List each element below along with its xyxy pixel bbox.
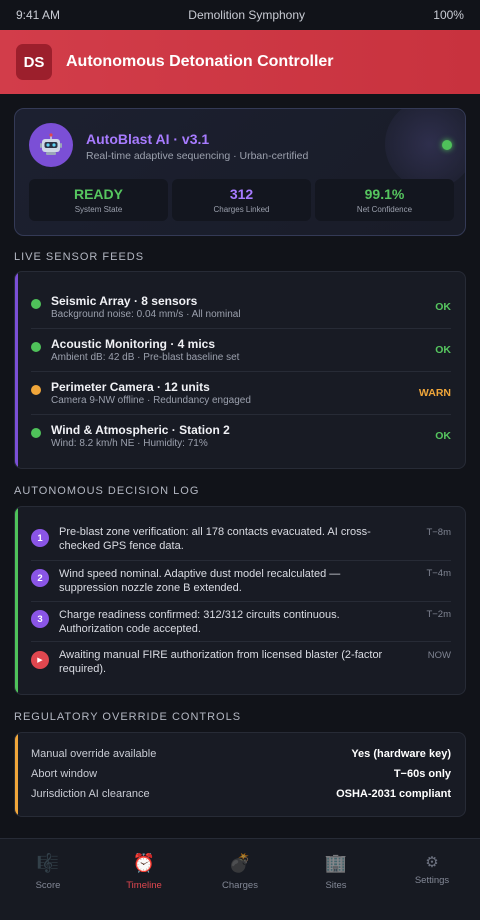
stat-label: Net Confidence — [356, 205, 413, 214]
ai-card-glow — [385, 109, 465, 189]
override-label: Abort window — [31, 768, 98, 780]
nav-label: Score — [35, 880, 61, 891]
nav-label: Sites — [325, 880, 347, 891]
sensor-detail: Wind: 8.2 km/h NE · Humidity: 71% — [51, 438, 208, 449]
nav-item-timeline[interactable]: ⏰ Timeline — [96, 839, 192, 920]
override-value: OSHA-2031 compliant — [336, 788, 451, 800]
bomb-icon: 💣 — [228, 853, 252, 873]
override-panel: Manual override available Yes (hardware … — [14, 732, 466, 817]
override-label: Manual override available — [31, 748, 157, 760]
status-battery: 100% — [433, 8, 464, 22]
sensor-name: Wind & Atmospheric · Station 2 — [51, 423, 230, 437]
status-dot — [31, 299, 41, 309]
nav-label: Settings — [414, 875, 450, 886]
sensor-panel: Seismic Array · 8 sensors Background noi… — [14, 271, 466, 469]
log-entry[interactable]: 1 Pre-blast zone verification: all 178 c… — [31, 521, 451, 561]
override-value: T−60s only — [393, 768, 451, 780]
nav-label: Timeline — [126, 880, 162, 891]
panel-accent-bar — [15, 272, 18, 468]
sensor-row-wind[interactable]: Wind & Atmospheric · Station 2 Wind: 8.2… — [31, 415, 451, 458]
log-text: Wind speed nominal. Adaptive dust model … — [59, 568, 341, 594]
stat-value: READY — [73, 186, 123, 202]
panel-accent-bar — [15, 507, 18, 694]
log-text: Pre-blast zone verification: all 178 con… — [59, 526, 371, 552]
alarm-clock-icon: ⏰ — [132, 853, 156, 873]
music-score-icon: 🎼 — [36, 853, 60, 873]
gear-icon: ⚙ — [425, 854, 439, 871]
stat-label: Charges Linked — [213, 205, 270, 214]
log-entry-fire-pending[interactable]: ▶ Awaiting manual FIRE authorization fro… — [31, 642, 451, 682]
stat-value: 312 — [229, 186, 254, 202]
bottom-nav: 🎼 Score ⏰ Timeline 💣 Charges 🏢 Sites ⚙ S… — [0, 838, 480, 920]
log-time: NOW — [427, 650, 451, 661]
online-indicator — [442, 140, 452, 150]
status-dot — [31, 428, 41, 438]
sensor-row-seismic[interactable]: Seismic Array · 8 sensors Background noi… — [31, 286, 451, 329]
override-row: Jurisdiction AI clearance OSHA-2031 comp… — [31, 785, 451, 805]
step-badge: 3 — [31, 610, 49, 628]
sensor-status: OK — [435, 344, 451, 356]
sensor-row-camera[interactable]: Perimeter Camera · 12 units Camera 9-NW … — [31, 372, 451, 415]
ai-name: AutoBlast AI · v3.1 — [86, 131, 210, 147]
log-section-title: AUTONOMOUS DECISION LOG — [14, 485, 200, 497]
sensor-status: WARN — [418, 387, 451, 399]
nav-item-sites[interactable]: 🏢 Sites — [288, 839, 384, 920]
sensor-detail: Background noise: 0.04 mm/s · All nomina… — [51, 309, 241, 320]
stat-charges-linked: 312 Charges Linked — [172, 179, 311, 221]
status-dot — [31, 342, 41, 352]
app-logo: DS — [16, 44, 52, 80]
nav-label: Charges — [222, 880, 258, 891]
sensor-status: OK — [435, 301, 451, 313]
ai-status-card[interactable]: AutoBlast AI · v3.1 Real-time adaptive s… — [14, 108, 466, 236]
nav-item-score[interactable]: 🎼 Score — [0, 839, 96, 920]
decision-log-panel: 1 Pre-blast zone verification: all 178 c… — [14, 506, 466, 695]
sensor-name: Perimeter Camera · 12 units — [51, 380, 210, 394]
override-value: Yes (hardware key) — [351, 748, 451, 760]
step-badge: 1 — [31, 529, 49, 547]
log-time: T−2m — [426, 609, 451, 620]
page-title: Autonomous Detonation Controller — [66, 53, 334, 70]
sensor-name: Seismic Array · 8 sensors — [51, 294, 198, 308]
status-bar: 9:41 AM Demolition Symphony 100% — [0, 0, 480, 30]
status-time: 9:41 AM — [16, 8, 61, 22]
step-badge: 2 — [31, 569, 49, 587]
stat-net-confidence: 99.1% Net Confidence — [315, 179, 454, 221]
sensor-detail: Camera 9-NW offline · Redundancy engaged — [51, 395, 251, 406]
nav-item-settings[interactable]: ⚙ Settings — [384, 839, 480, 920]
log-time: T−8m — [426, 527, 451, 538]
stat-value: 99.1% — [364, 186, 405, 202]
app-header: DS Autonomous Detonation Controller — [0, 30, 480, 94]
nav-item-charges[interactable]: 💣 Charges — [192, 839, 288, 920]
override-row: Manual override available Yes (hardware … — [31, 745, 451, 765]
log-entry[interactable]: 2 Wind speed nominal. Adaptive dust mode… — [31, 561, 451, 602]
stat-label: System State — [74, 205, 123, 214]
ai-stats: READY System State 312 Charges Linked 99… — [29, 179, 454, 221]
status-title: Demolition Symphony — [188, 8, 306, 22]
override-section-title: REGULATORY OVERRIDE CONTROLS — [14, 711, 242, 723]
log-text: Awaiting manual FIRE authorization from … — [59, 649, 383, 675]
panel-accent-bar — [15, 733, 18, 816]
stat-system-state: READY System State — [29, 179, 168, 221]
play-icon: ▶ — [31, 651, 49, 669]
sensor-status: OK — [435, 430, 451, 442]
override-label: Jurisdiction AI clearance — [31, 788, 150, 800]
ai-subtitle: Real-time adaptive sequencing · Urban-ce… — [86, 150, 309, 162]
sensor-detail: Ambient dB: 42 dB · Pre-blast baseline s… — [51, 352, 240, 363]
override-row: Abort window T−60s only — [31, 765, 451, 785]
log-entry[interactable]: 3 Charge readiness confirmed: 312/312 ci… — [31, 602, 451, 642]
sensor-section-title: LIVE SENSOR FEEDS — [14, 251, 145, 263]
log-time: T−4m — [426, 568, 451, 579]
sensor-name: Acoustic Monitoring · 4 mics — [51, 337, 216, 351]
robot-icon — [29, 123, 73, 167]
sensor-row-acoustic[interactable]: Acoustic Monitoring · 4 mics Ambient dB:… — [31, 329, 451, 372]
status-dot — [31, 385, 41, 395]
log-text: Charge readiness confirmed: 312/312 circ… — [59, 609, 340, 635]
building-icon: 🏢 — [324, 853, 348, 873]
